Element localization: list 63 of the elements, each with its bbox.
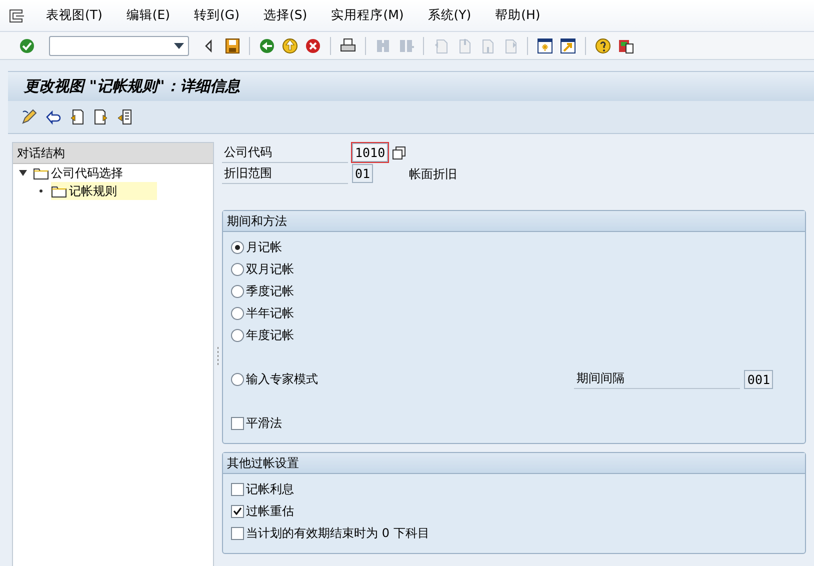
option-label: 过帐重估 — [246, 503, 294, 520]
input-field[interactable]: 001 — [744, 370, 773, 388]
print-icon[interactable] — [339, 36, 357, 54]
input-field[interactable]: 01 — [352, 164, 374, 183]
window-icon[interactable] — [536, 36, 554, 54]
expanded-toggle-icon[interactable] — [19, 170, 27, 176]
floppy-icon[interactable] — [223, 36, 241, 54]
option-label: 半年记帐 — [246, 305, 294, 322]
menu-item[interactable]: 实用程序(M) — [319, 6, 416, 25]
folder-icon — [33, 166, 49, 180]
menu-item[interactable]: 转到(G) — [182, 6, 252, 25]
screen-title: 更改视图 "记帐规则"：详细信息 — [24, 76, 240, 98]
splitter-handle[interactable] — [217, 347, 219, 367]
menu-item[interactable]: 帮助(H) — [483, 6, 552, 25]
checkbox[interactable] — [231, 504, 244, 518]
option-label: 月记帐 — [246, 239, 282, 256]
undo-icon[interactable] — [44, 108, 62, 126]
option-label: 当计划的有效期结束时为 0 下科目 — [246, 525, 430, 542]
command-field[interactable] — [49, 36, 189, 56]
menu-icon[interactable] — [8, 8, 26, 24]
radio-button[interactable] — [231, 284, 244, 298]
menu-item[interactable]: 表视图(T) — [34, 6, 114, 25]
group-title: 其他过帐设置 — [223, 453, 805, 474]
option-label: 季度记帐 — [246, 283, 294, 300]
shortcut-icon[interactable] — [559, 36, 577, 54]
field-label: 折旧范围 — [222, 164, 348, 184]
option-label: 记帐利息 — [246, 481, 294, 498]
radio-button[interactable] — [231, 262, 244, 276]
dropdown-icon[interactable] — [174, 42, 184, 48]
input-field[interactable]: 1010 — [352, 143, 388, 162]
tree-item[interactable]: 记帐规则 — [51, 182, 157, 200]
pencil-icon[interactable] — [20, 108, 38, 126]
radio-button[interactable] — [231, 306, 244, 320]
menu-item[interactable]: 系统(Y) — [416, 6, 484, 25]
menu-item[interactable]: 选择(S) — [252, 6, 320, 25]
help-icon[interactable] — [594, 36, 612, 54]
checkbox[interactable] — [231, 416, 244, 430]
radio-button[interactable] — [231, 328, 244, 342]
checkbox[interactable] — [231, 526, 244, 540]
folder-icon — [51, 184, 67, 198]
group-title: 期间和方法 — [223, 211, 805, 232]
option-label: 年度记帐 — [246, 327, 294, 344]
page-right-icon[interactable] — [92, 108, 110, 126]
tree-header: 对话结构 — [13, 143, 213, 164]
checkbox[interactable] — [231, 482, 244, 496]
field-label: 期间间隔 — [574, 369, 740, 389]
back-icon[interactable] — [258, 36, 276, 54]
tree-item[interactable]: 公司代码选择 — [33, 164, 163, 182]
field-label: 公司代码 — [222, 142, 348, 162]
page-left-icon[interactable] — [68, 108, 86, 126]
option-label: 输入专家模式 — [246, 371, 318, 388]
option-label: 平滑法 — [246, 415, 282, 432]
field-description: 帐面折旧 — [409, 166, 458, 182]
radio-button[interactable] — [231, 372, 244, 386]
cancel-icon[interactable] — [304, 36, 322, 54]
bullet-icon — [39, 189, 43, 193]
check-icon[interactable] — [18, 36, 36, 54]
menu-item[interactable]: 编辑(E) — [114, 6, 182, 25]
exit-icon[interactable] — [281, 36, 299, 54]
copy-icon[interactable] — [392, 146, 406, 160]
radio-button[interactable] — [231, 240, 244, 254]
option-label: 双月记帐 — [246, 261, 294, 278]
page-list-icon[interactable] — [116, 108, 134, 126]
